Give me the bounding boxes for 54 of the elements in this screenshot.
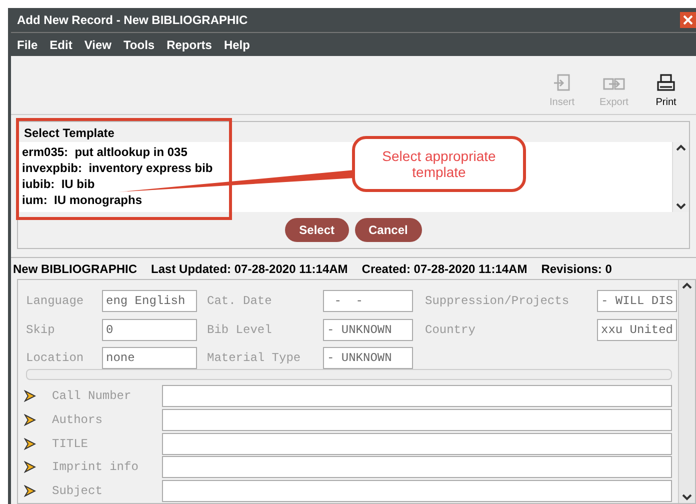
section-title: Select Template xyxy=(23,125,116,142)
status-text: New BIBLIOGRAPHIC xyxy=(13,262,138,276)
template-item[interactable]: iubib: IU bib xyxy=(22,176,95,192)
field-label: Suppression/Projects xyxy=(425,294,570,308)
field-label: Bib Level xyxy=(207,322,273,337)
horizontal-scrollbar[interactable] xyxy=(26,369,672,380)
field-label: Material Type xyxy=(207,351,302,366)
field-value[interactable]: 0 xyxy=(102,318,197,341)
toolbar-button[interactable]: Print xyxy=(644,56,688,114)
status-text: Last Updated: 07-28-2020 11:14AM xyxy=(151,262,348,276)
input-field[interactable] xyxy=(162,456,672,478)
arrow-marker-icon xyxy=(24,414,36,426)
field-label: Skip xyxy=(26,322,56,337)
field-label: Location xyxy=(26,351,85,366)
menu-item[interactable]: File xyxy=(17,38,38,52)
insert-icon xyxy=(552,73,572,93)
callout-bubble: Select appropriate template xyxy=(352,136,526,192)
input-field[interactable] xyxy=(162,480,672,502)
cancel-button[interactable]: Cancel xyxy=(354,218,422,242)
template-item[interactable]: erm035: put altlookup in 035 xyxy=(22,144,188,160)
input-field[interactable] xyxy=(162,408,672,431)
field-label: Subject xyxy=(51,484,104,498)
arrow-marker-icon xyxy=(24,390,36,402)
status-text: Revisions: 0 xyxy=(541,262,612,276)
menu-item[interactable]: Edit xyxy=(50,38,72,52)
input-field[interactable] xyxy=(162,432,672,455)
field-label: Authors xyxy=(51,412,104,427)
printer-icon xyxy=(656,73,676,93)
menu-item[interactable]: Help xyxy=(224,38,250,52)
field-label: Cat. Date xyxy=(207,294,273,308)
arrow-marker-icon xyxy=(24,461,36,474)
window-title: Add New Record - New BIBLIOGRAPHIC xyxy=(17,13,248,27)
input-field[interactable] xyxy=(162,385,672,408)
field-value[interactable]: - UNKNOWN xyxy=(323,318,413,341)
field-label: TITLE xyxy=(51,436,90,451)
arrow-marker-icon xyxy=(24,485,36,498)
menu-item[interactable]: View xyxy=(84,38,112,52)
status-text: Created: 07-28-2020 11:14AM xyxy=(362,262,528,276)
field-label: Language xyxy=(26,294,85,308)
field-value[interactable]: xxu United xyxy=(597,318,677,341)
menu-item[interactable]: Reports xyxy=(166,38,212,52)
field-label: Country xyxy=(425,322,476,337)
field-label: Imprint info xyxy=(51,460,140,474)
select-button[interactable]: Select xyxy=(285,218,348,242)
field-value[interactable]: none xyxy=(102,347,197,370)
menu-item[interactable]: Tools xyxy=(123,38,155,52)
arrow-marker-icon xyxy=(24,438,36,450)
field-value[interactable]: - WILL DIS xyxy=(597,290,677,312)
field-value[interactable]: - - xyxy=(323,290,413,312)
template-item[interactable]: invexpbib: inventory express bib xyxy=(22,160,213,176)
field-label: Call Number xyxy=(51,389,132,404)
field-value[interactable]: eng English xyxy=(102,290,197,312)
field-value[interactable]: - UNKNOWN xyxy=(323,347,413,370)
template-item[interactable]: ium: IU monographs xyxy=(22,192,142,208)
